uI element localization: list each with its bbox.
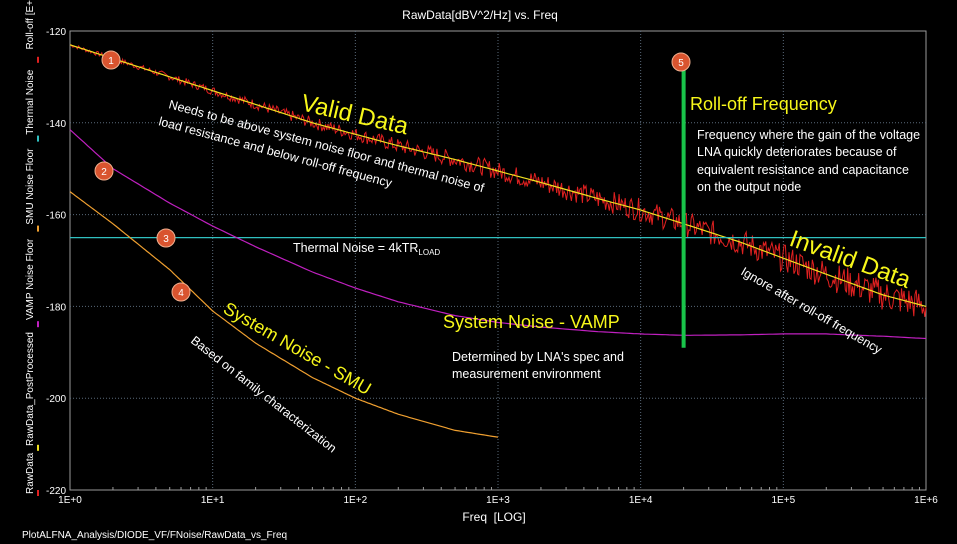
y-legend-label: Thermal Noise <box>25 69 36 134</box>
y-axis-legend: RawData RawData_PostProcessed VAMP Noise F… <box>25 0 39 496</box>
x-tick-label: 1E+5 <box>772 495 796 506</box>
y-legend-label: RawData <box>25 452 36 494</box>
x-tick-label: 1E+2 <box>344 495 368 506</box>
rolloff-desc-line-4: on the output node <box>697 180 801 194</box>
y-legend-label: Roll-off [E+0] <box>25 0 36 50</box>
y-legend-label: SMU Noise Floor <box>25 148 36 225</box>
y-legend-swatch <box>37 135 39 142</box>
vamp-desc-line-2: measurement environment <box>452 367 601 381</box>
y-legend-swatch <box>37 444 39 451</box>
y-tick-label: -180 <box>46 302 66 313</box>
y-legend-swatch <box>37 225 39 232</box>
marker-label: 5 <box>678 58 684 69</box>
marker-label: 1 <box>108 56 114 67</box>
y-legend-label: VAMP Noise Floor <box>25 238 36 320</box>
footer-path: PlotALFNA_Analysis/DIODE_VF/FNoise/RawDa… <box>22 530 287 541</box>
vamp-label: System Noise - VAMP <box>443 312 620 332</box>
marker-label: 2 <box>101 167 107 178</box>
noise-chart: RawData[dBV^2/Hz] vs. Freq -120 -140 -160 -… <box>22 0 938 541</box>
rolloff-desc-line-3: equivalent resistance and capacitance <box>697 163 909 177</box>
y-legend-swatch <box>37 490 39 496</box>
marker-label: 4 <box>178 288 184 299</box>
vamp-desc-line-1: Determined by LNA's spec and <box>452 350 624 364</box>
x-axis-label: Freq [LOG] <box>462 510 525 524</box>
rolloff-desc-line-2: LNA quickly deteriorates because of <box>697 145 897 159</box>
chart-title: RawData[dBV^2/Hz] vs. Freq <box>402 8 558 22</box>
x-tick-label: 1E+1 <box>201 495 225 506</box>
x-tick-label: 1E+3 <box>486 495 510 506</box>
rolloff-title: Roll-off Frequency <box>690 94 837 114</box>
y-tick-label: -120 <box>46 27 66 38</box>
x-tick-label: 1E+6 <box>914 495 938 506</box>
x-tick-label: 1E+0 <box>58 495 82 506</box>
y-legend-swatch <box>37 321 39 328</box>
y-tick-label: -160 <box>46 211 66 222</box>
y-tick-label: -200 <box>46 394 66 405</box>
rolloff-desc-line-1: Frequency where the gain of the voltage <box>697 128 920 142</box>
x-tick-labels: 1E+0 1E+1 1E+2 1E+3 1E+4 1E+5 1E+6 <box>58 495 938 506</box>
y-tick-label: -140 <box>46 119 66 130</box>
y-tick-labels: -120-140-160-180-200-220 <box>46 27 66 497</box>
y-legend-swatch <box>37 56 39 63</box>
marker-label: 3 <box>163 234 169 245</box>
x-tick-label: 1E+4 <box>629 495 653 506</box>
thermal-label: Thermal Noise = 4kTRLOAD <box>293 241 440 257</box>
thermal-label-sub: LOAD <box>418 248 440 257</box>
thermal-label-main: Thermal Noise = 4kTR <box>293 241 418 255</box>
y-legend-label: RawData_PostProcessed <box>25 332 36 446</box>
